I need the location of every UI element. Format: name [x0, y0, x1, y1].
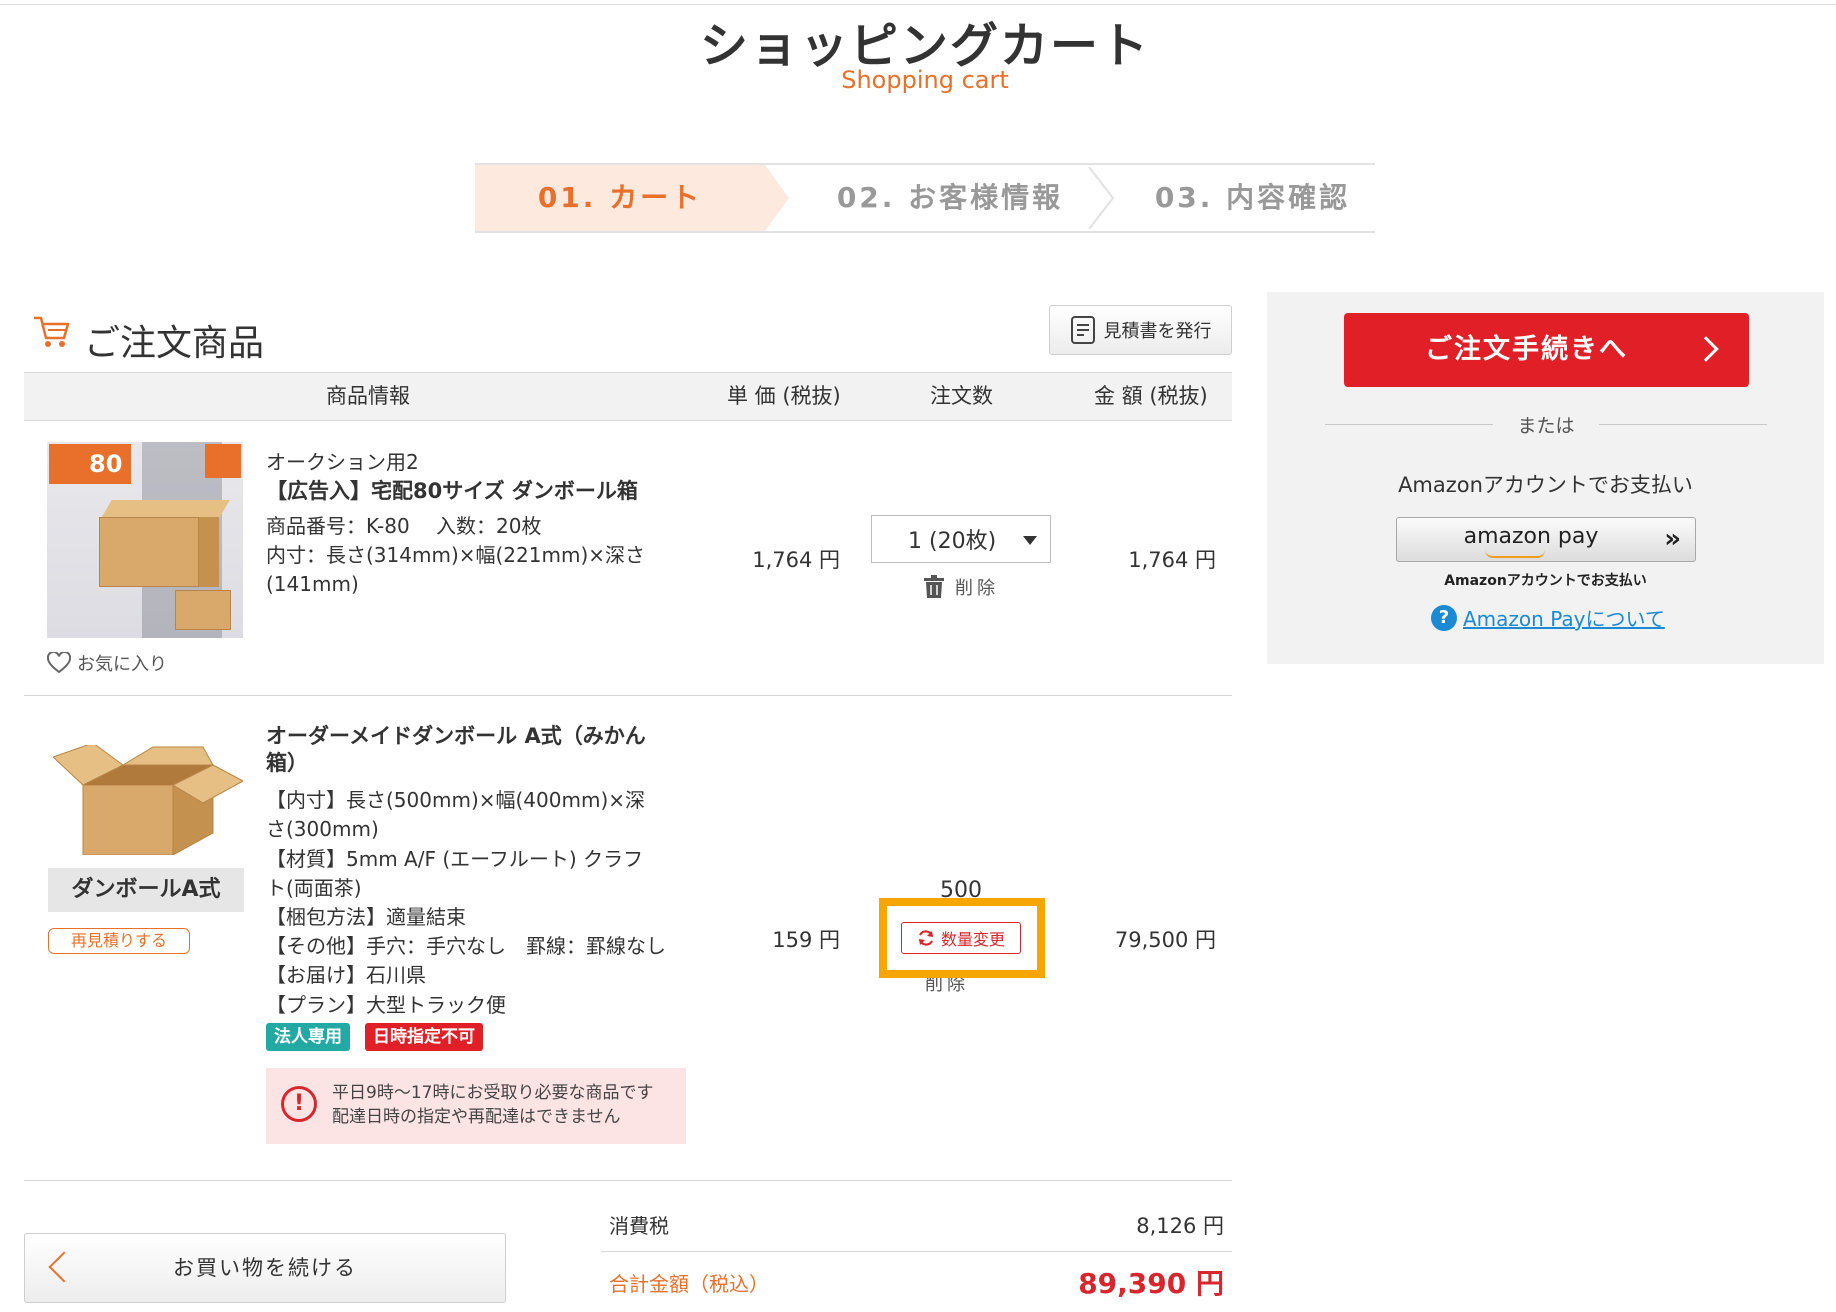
row-divider	[24, 695, 1232, 696]
reestimate-button[interactable]: 再見積りする	[48, 928, 190, 954]
item-detail: さ(300mm)	[266, 817, 379, 841]
delete-label: 削除	[955, 578, 999, 599]
quantity-select[interactable]: 1 (20枚)	[871, 515, 1051, 563]
favorite-button[interactable]: お気に入り	[47, 650, 167, 676]
amazon-account-text: Amazonアカウントでお支払い	[1398, 473, 1693, 497]
or-divider-left	[1325, 424, 1493, 425]
trash-icon	[924, 575, 944, 598]
step-cart: 01. カート	[475, 165, 765, 231]
or-text: または	[1517, 415, 1575, 437]
heart-icon	[47, 652, 71, 674]
checkout-steps: 01. カート 02. お客様情報 03. 内容確認	[475, 163, 1375, 233]
cart-icon	[34, 316, 70, 347]
document-icon	[1070, 316, 1095, 344]
top-divider	[0, 4, 1836, 5]
quantity-value: 1 (20枚)	[908, 529, 997, 554]
row-divider	[24, 1180, 1232, 1181]
column-quantity: 注文数	[930, 384, 993, 408]
question-icon: ?	[1431, 604, 1457, 631]
notice-line: 配達日時の指定や再配達はできません	[332, 1107, 621, 1127]
proceed-to-order-button[interactable]: ご注文手続きへ	[1344, 313, 1749, 387]
column-product-info: 商品情報	[326, 384, 410, 408]
product-image-a-box[interactable]	[53, 745, 243, 855]
product-image-k80[interactable]: 80	[47, 442, 243, 638]
promo-badge	[205, 444, 241, 478]
item-detail: 【お届け】石川県	[266, 963, 426, 987]
continue-shopping-label: お買い物を続ける	[173, 1256, 357, 1280]
alert-icon: !	[281, 1086, 317, 1122]
chevron-down-icon	[1023, 536, 1037, 545]
size-badge: 80	[49, 444, 131, 484]
notice-line: 平日9時～17時にお受取り必要な商品です	[332, 1083, 654, 1103]
column-amount: 金 額 (税抜)	[1094, 384, 1208, 408]
issue-estimate-label: 見積書を発行	[1103, 321, 1212, 342]
delivery-notice: ! 平日9時～17時にお受取り必要な商品です 配達日時の指定や再配達はできません	[266, 1068, 686, 1144]
or-divider-right	[1599, 424, 1767, 425]
item-detail: 【プラン】大型トラック便	[266, 993, 506, 1017]
item-detail: 【梱包方法】適量結束	[266, 905, 466, 929]
line-amount: 1,764 円	[1128, 548, 1216, 572]
item-name[interactable]: 【広告入】宅配80サイズ ダンボール箱	[266, 477, 638, 506]
item-detail: ト(両面茶)	[266, 876, 362, 900]
delete-button[interactable]: 削除	[923, 574, 999, 600]
unit-price: 159 円	[772, 928, 840, 952]
line-amount: 79,500 円	[1114, 928, 1216, 952]
total-label: 合計金額（税込）	[609, 1272, 769, 1296]
tax-value: 8,126 円	[1136, 1214, 1224, 1238]
amazon-smile-icon	[1485, 550, 1545, 558]
step-confirm: 03. 内容確認	[1154, 181, 1351, 214]
quantity-change-highlight: 数量変更	[879, 898, 1045, 978]
quantity-change-button[interactable]: 数量変更	[901, 922, 1021, 954]
favorite-label: お気に入り	[77, 654, 167, 675]
item-detail: 【内寸】長さ(500mm)×幅(400mm)×深	[266, 788, 646, 812]
amazon-pay-logo: amazon pay	[1463, 524, 1599, 549]
proceed-to-order-label: ご注文手続きへ	[1425, 334, 1628, 365]
tag-corporate-only: 法人専用	[266, 1023, 350, 1051]
item-detail: 商品番号：K-80 入数：20枚	[266, 514, 542, 538]
tax-label: 消費税	[609, 1214, 669, 1238]
amazon-pay-button[interactable]: amazon pay »	[1396, 517, 1696, 562]
page-subtitle: Shopping cart	[841, 66, 1009, 94]
amazon-pay-subtext: Amazonアカウントでお支払い	[1444, 573, 1647, 589]
issue-estimate-button[interactable]: 見積書を発行	[1049, 305, 1232, 355]
refresh-icon	[918, 930, 934, 946]
step-cart-arrow	[765, 165, 789, 231]
amazon-pay-help[interactable]: ? Amazon Payについて	[1431, 603, 1665, 632]
amazon-pay-help-link[interactable]: Amazon Payについて	[1463, 603, 1665, 632]
product-type-label: ダンボールA式	[48, 868, 244, 912]
item-detail: 【その他】手穴：手穴なし 罫線：罫線なし	[266, 934, 666, 958]
item-detail: 内寸：長さ(314mm)×幅(221mm)×深さ	[266, 543, 646, 567]
section-title: ご注文商品	[84, 323, 265, 364]
quantity-change-label: 数量変更	[940, 930, 1005, 949]
item-name[interactable]: オーダーメイドダンボール A式（みかん	[266, 722, 646, 751]
item-detail: 【材質】5mm A/F (エーフルート) クラフ	[266, 847, 644, 871]
tag-no-date-specify: 日時指定不可	[365, 1023, 483, 1051]
cart-table-header: 商品情報 単 価 (税抜) 注文数 金 額 (税抜)	[24, 372, 1232, 421]
item-category: オークション用2	[266, 450, 419, 474]
item-name[interactable]: 箱）	[266, 749, 308, 778]
total-value: 89,390 円	[1078, 1267, 1224, 1300]
step-customer-info: 02. お客様情報	[836, 181, 1064, 214]
unit-price: 1,764 円	[752, 548, 840, 572]
double-chevron-right-icon: »	[1664, 524, 1681, 554]
item-detail: (141mm)	[266, 572, 359, 596]
totals-divider	[601, 1251, 1232, 1252]
continue-shopping-button[interactable]: お買い物を続ける	[24, 1233, 506, 1303]
column-unit-price: 単 価 (税抜)	[727, 384, 841, 408]
